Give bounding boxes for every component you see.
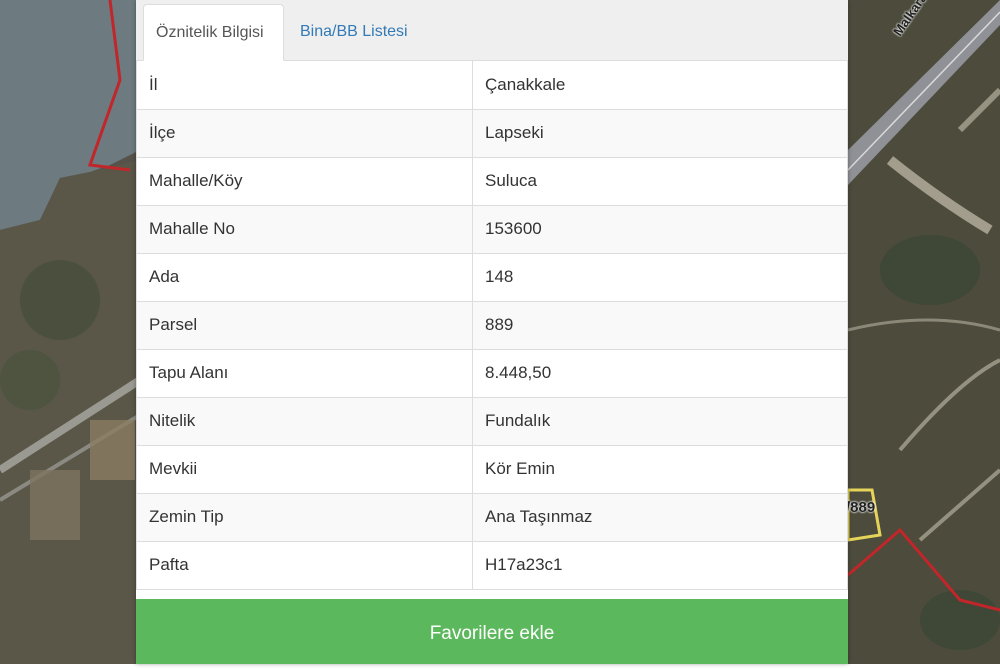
attribute-value: Çanakkale	[472, 61, 848, 110]
table-row: Nitelik Fundalık	[136, 396, 848, 446]
attribute-key: Zemin Tip	[136, 492, 473, 542]
table-row: Tapu Alanı 8.448,50	[136, 348, 848, 398]
attribute-key: Parsel	[136, 300, 473, 350]
attribute-key: Mahalle No	[136, 204, 473, 254]
parcel-number-label: /889	[846, 499, 876, 516]
attribute-value: Lapseki	[472, 108, 848, 158]
tab-building-list[interactable]: Bina/BB Listesi	[288, 4, 420, 61]
table-row: İl Çanakkale	[136, 61, 848, 110]
table-row: Ada 148	[136, 252, 848, 302]
attribute-value: Kör Emin	[472, 444, 848, 494]
attribute-value: 889	[472, 300, 848, 350]
table-row: Pafta H17a23c1	[136, 540, 848, 590]
attribute-key: Mahalle/Köy	[136, 156, 473, 206]
attribute-value: 8.448,50	[472, 348, 848, 398]
attribute-key: Tapu Alanı	[136, 348, 473, 398]
table-row: Mahalle/Köy Suluca	[136, 156, 848, 206]
table-row: Zemin Tip Ana Taşınmaz	[136, 492, 848, 542]
parcel-info-panel: Öznitelik Bilgisi Bina/BB Listesi İl Çana…	[136, 0, 848, 664]
tab-bar: Öznitelik Bilgisi Bina/BB Listesi	[136, 0, 848, 61]
attribute-value: Fundalık	[472, 396, 848, 446]
attribute-value: Suluca	[472, 156, 848, 206]
attribute-value: 148	[472, 252, 848, 302]
attribute-table: İl Çanakkale İlçe Lapseki Mahalle/Köy Suluca M…	[136, 61, 848, 590]
attribute-value: H17a23c1	[472, 540, 848, 590]
attribute-key: Nitelik	[136, 396, 473, 446]
tab-attribute-info[interactable]: Öznitelik Bilgisi	[143, 4, 284, 61]
attribute-key: İlçe	[136, 108, 473, 158]
table-row: Mahalle No 153600	[136, 204, 848, 254]
table-row: İlçe Lapseki	[136, 108, 848, 158]
attribute-value: 153600	[472, 204, 848, 254]
attribute-value: Ana Taşınmaz	[472, 492, 848, 542]
attribute-key: İl	[136, 61, 473, 110]
table-row: Mevkii Kör Emin	[136, 444, 848, 494]
attribute-key: Ada	[136, 252, 473, 302]
add-to-favorites-button[interactable]: Favorilere ekle	[136, 599, 848, 664]
table-row: Parsel 889	[136, 300, 848, 350]
attribute-key: Pafta	[136, 540, 473, 590]
attribute-key: Mevkii	[136, 444, 473, 494]
